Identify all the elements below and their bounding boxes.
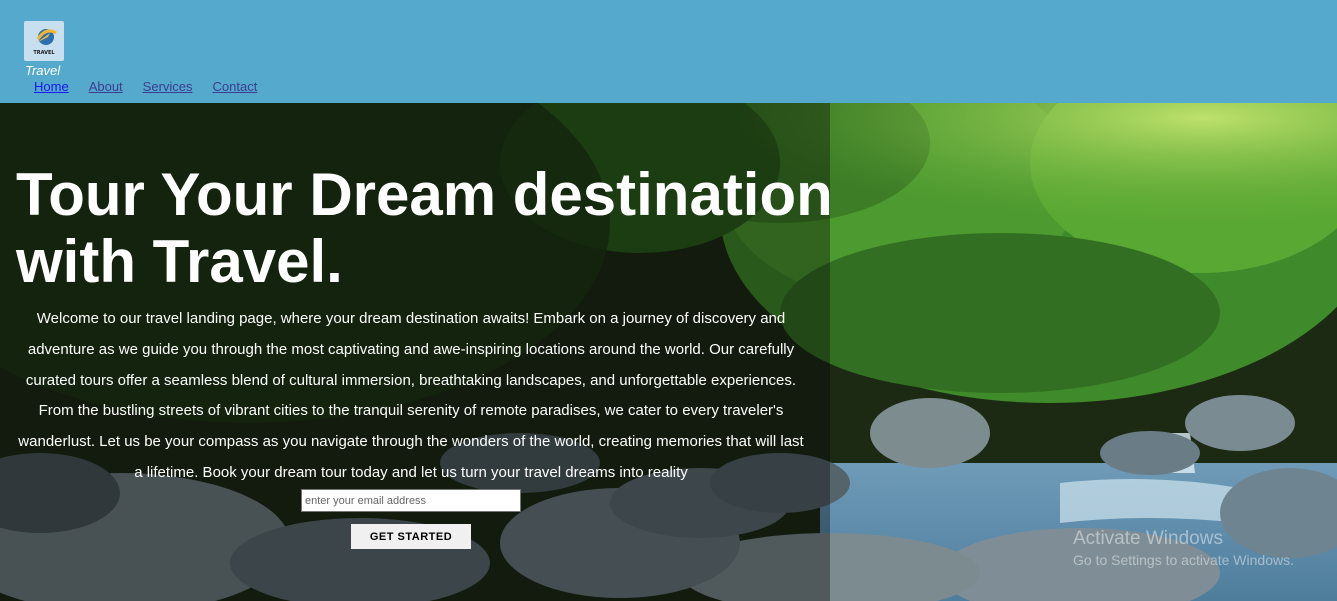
watermark-subtitle: Go to Settings to activate Windows. <box>1073 552 1294 568</box>
hero-description: Welcome to our travel landing page, wher… <box>18 310 804 481</box>
site-header: TRAVEL Travel Home About Services Contac… <box>0 0 1337 103</box>
email-input[interactable] <box>301 489 521 512</box>
hero-section: Tour Your Dream destination with Travel.… <box>0 103 1337 601</box>
main-nav: Home About Services Contact <box>34 79 257 94</box>
nav-link-home[interactable]: Home <box>34 79 69 94</box>
brand-name: Travel <box>25 63 61 78</box>
nav-link-about[interactable]: About <box>89 79 123 94</box>
hero-title: Tour Your Dream destination with Travel. <box>16 161 833 295</box>
travel-logo-icon[interactable]: TRAVEL <box>24 21 64 61</box>
nav-link-contact[interactable]: Contact <box>213 79 258 94</box>
nav-link-services[interactable]: Services <box>143 79 193 94</box>
watermark-title: Activate Windows <box>1073 528 1223 549</box>
svg-text:TRAVEL: TRAVEL <box>33 50 55 56</box>
get-started-button[interactable]: GET STARTED <box>351 524 471 549</box>
activate-windows-watermark: Activate Windows Go to Settings to activ… <box>1073 527 1294 569</box>
